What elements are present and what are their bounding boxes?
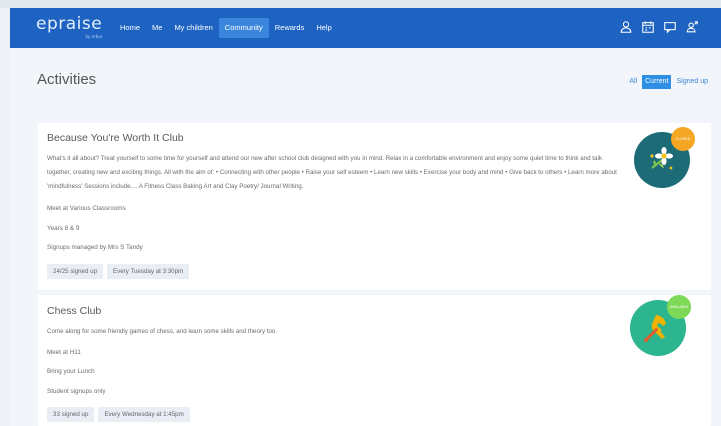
filter-signed-up[interactable]: Signed up (673, 75, 711, 89)
activity-signups-info: Signups managed by Mrs S Tandy (47, 244, 143, 251)
top-navbar: epraise by Arbor Home Me My children Com… (10, 8, 721, 48)
chat-icon[interactable] (663, 20, 677, 34)
logo-text: epraise (36, 14, 103, 34)
activity-note: Bring your Lunch (47, 368, 95, 375)
signed-up-count: 24/25 signed up (47, 264, 104, 279)
filter-current[interactable]: Current (642, 75, 672, 89)
schedule-tag: Every Tuesday at 3:30pm (107, 264, 190, 279)
epraise-logo[interactable]: epraise by Arbor (36, 14, 103, 39)
nav-item-help[interactable]: Help (310, 18, 337, 38)
user-icon[interactable] (619, 20, 633, 34)
filter-all[interactable]: All (626, 75, 640, 89)
logo-tagline: by Arbor (85, 34, 103, 39)
status-badge: CLOSED (671, 127, 695, 151)
nav-item-rewards[interactable]: Rewards (269, 18, 311, 38)
nav-item-my-children[interactable]: My children (168, 18, 218, 38)
activity-filters: All Current Signed up (626, 75, 711, 89)
activity-location: Meet at H11 (47, 349, 81, 356)
activity-description: What's it all about? Treat yourself to s… (47, 155, 617, 191)
signed-up-count: 33 signed up (47, 407, 95, 422)
main-nav: Home Me My children Community Rewards He… (114, 18, 338, 38)
activity-card[interactable]: Chess Club Come along for some friendly … (38, 295, 711, 426)
switch-user-icon[interactable] (685, 20, 699, 34)
activity-card[interactable]: Because You're Worth It Club What's it a… (38, 123, 711, 290)
nav-item-community[interactable]: Community (218, 18, 269, 38)
activity-signups-info: Student signups only (47, 388, 106, 395)
activity-badge: AVAILABLE (627, 293, 697, 363)
page-title: Activities (37, 71, 97, 88)
nav-item-me[interactable]: Me (146, 18, 168, 38)
nav-item-home[interactable]: Home (114, 18, 146, 38)
status-badge: AVAILABLE (667, 295, 691, 319)
activity-badge: CLOSED (631, 125, 701, 195)
nav-icons (619, 20, 699, 34)
activity-years: Years 8 & 9 (47, 225, 80, 232)
activity-title[interactable]: Because You're Worth It Club (47, 132, 184, 144)
activity-tags: 33 signed up Every Wednesday at 1:45pm (47, 407, 190, 422)
activity-description: Come along for some friendly games of ch… (47, 328, 278, 335)
top-strip (0, 0, 721, 8)
activity-location: Meet at Various Classrooms (47, 205, 126, 212)
calendar-icon[interactable] (641, 20, 655, 34)
activity-title[interactable]: Chess Club (47, 305, 101, 317)
schedule-tag: Every Wednesday at 1:45pm (98, 407, 190, 422)
activity-tags: 24/25 signed up Every Tuesday at 3:30pm (47, 264, 190, 279)
